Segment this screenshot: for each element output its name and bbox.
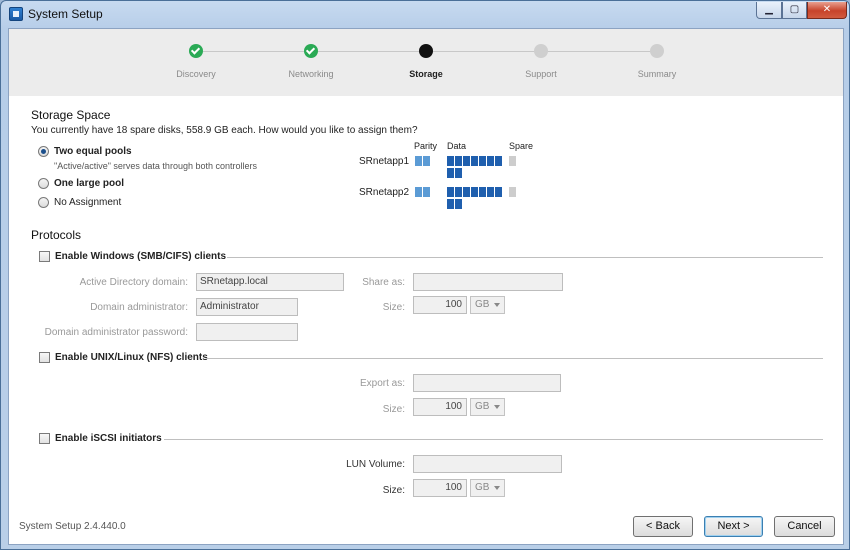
data-disk bbox=[463, 187, 470, 197]
data-disk bbox=[455, 199, 462, 209]
app-icon bbox=[9, 7, 23, 21]
data-disk bbox=[495, 187, 502, 197]
smb-size-unit-value: GB bbox=[475, 299, 490, 310]
data-disk bbox=[455, 168, 462, 178]
spare-column-header: Spare bbox=[509, 141, 534, 151]
one-large-pool-label[interactable]: One large pool bbox=[54, 178, 124, 189]
system-setup-window: System Setup ▁ ▢ ✕ Discovery Networking … bbox=[0, 0, 850, 550]
nfs-size-label: Size: bbox=[382, 404, 405, 415]
two-equal-pools-note: "Active/active" serves data through both… bbox=[54, 161, 257, 171]
maximize-button[interactable]: ▢ bbox=[782, 2, 807, 19]
iscsi-divider bbox=[164, 439, 823, 440]
parity-disk bbox=[415, 187, 422, 197]
window-title: System Setup bbox=[28, 7, 103, 21]
spare-disk bbox=[509, 187, 516, 197]
wizard-steps: Discovery Networking Storage Support Sum… bbox=[9, 29, 843, 96]
enable-smb-label[interactable]: Enable Windows (SMB/CIFS) clients bbox=[55, 251, 226, 262]
chevron-down-icon bbox=[494, 486, 500, 490]
parity-disk bbox=[423, 187, 430, 197]
data-disk bbox=[447, 156, 454, 166]
data-disk bbox=[455, 156, 462, 166]
pool-name-srnetapp2: SRnetapp2 bbox=[359, 187, 410, 198]
data-disk bbox=[471, 187, 478, 197]
iscsi-size-input[interactable]: 100 bbox=[413, 479, 467, 497]
enable-nfs-checkbox[interactable] bbox=[39, 352, 50, 363]
smb-size-input[interactable]: 100 bbox=[413, 296, 467, 314]
parity-disk bbox=[423, 156, 430, 166]
data-disk bbox=[447, 168, 454, 178]
wizard-content: Discovery Networking Storage Support Sum… bbox=[8, 28, 844, 545]
iscsi-size-unit-select[interactable]: GB bbox=[470, 479, 505, 497]
lun-volume-input[interactable] bbox=[413, 455, 562, 473]
pool-name-srnetapp1: SRnetapp1 bbox=[359, 156, 410, 167]
share-as-label: Share as: bbox=[362, 277, 405, 288]
lun-volume-label: LUN Volume: bbox=[346, 459, 405, 470]
domain-password-label: Domain administrator password: bbox=[44, 327, 188, 338]
nfs-size-input[interactable]: 100 bbox=[413, 398, 467, 416]
data-disk bbox=[447, 199, 454, 209]
export-as-input[interactable] bbox=[413, 374, 561, 392]
two-equal-pools-radio[interactable] bbox=[38, 146, 49, 157]
data-disk bbox=[487, 156, 494, 166]
domain-admin-label: Domain administrator: bbox=[90, 302, 188, 313]
iscsi-size-unit-value: GB bbox=[475, 482, 490, 493]
title-bar[interactable]: System Setup ▁ ▢ ✕ bbox=[1, 1, 849, 27]
enable-iscsi-label[interactable]: Enable iSCSI initiators bbox=[55, 433, 162, 444]
one-large-pool-radio[interactable] bbox=[38, 178, 49, 189]
step-summary-pending-icon bbox=[650, 44, 664, 58]
chevron-down-icon bbox=[494, 405, 500, 409]
parity-disk bbox=[415, 156, 422, 166]
step-storage-current-icon bbox=[419, 44, 433, 58]
domain-admin-input[interactable]: Administrator bbox=[196, 298, 298, 316]
smb-divider bbox=[227, 257, 823, 258]
ad-domain-input[interactable]: SRnetapp.local bbox=[196, 273, 344, 291]
protocols-section-title: Protocols bbox=[31, 228, 82, 242]
close-button[interactable]: ✕ bbox=[807, 2, 847, 19]
data-disk bbox=[471, 156, 478, 166]
next-button[interactable]: Next > bbox=[704, 516, 763, 537]
enable-iscsi-checkbox[interactable] bbox=[39, 433, 50, 444]
storage-description: You currently have 18 spare disks, 558.9… bbox=[31, 125, 418, 136]
data-disk bbox=[463, 156, 470, 166]
data-disk bbox=[447, 187, 454, 197]
no-assignment-radio[interactable] bbox=[38, 197, 49, 208]
enable-smb-checkbox[interactable] bbox=[39, 251, 50, 262]
step-discovery-check-icon bbox=[189, 44, 203, 58]
domain-password-input[interactable] bbox=[196, 323, 298, 341]
no-assignment-label[interactable]: No Assignment bbox=[54, 197, 121, 208]
nfs-size-unit-value: GB bbox=[475, 401, 490, 412]
ad-domain-label: Active Directory domain: bbox=[79, 277, 188, 288]
step-support-pending-icon bbox=[534, 44, 548, 58]
smb-size-unit-select[interactable]: GB bbox=[470, 296, 505, 314]
data-disk bbox=[487, 187, 494, 197]
step-networking-check-icon bbox=[304, 44, 318, 58]
cancel-button[interactable]: Cancel bbox=[774, 516, 835, 537]
smb-size-label: Size: bbox=[382, 302, 405, 313]
data-disk bbox=[479, 187, 486, 197]
nfs-divider bbox=[206, 358, 823, 359]
data-column-header: Data bbox=[447, 141, 467, 151]
chevron-down-icon bbox=[494, 303, 500, 307]
storage-section-title: Storage Space bbox=[31, 108, 111, 122]
back-button[interactable]: < Back bbox=[633, 516, 693, 537]
step-label-support: Support bbox=[525, 69, 557, 79]
parity-column-header: Parity bbox=[414, 141, 438, 151]
spare-disk bbox=[509, 156, 516, 166]
minimize-button[interactable]: ▁ bbox=[756, 2, 782, 19]
share-as-input[interactable] bbox=[413, 273, 563, 291]
export-as-label: Export as: bbox=[359, 378, 405, 389]
data-disk bbox=[495, 156, 502, 166]
step-label-networking: Networking bbox=[288, 69, 334, 79]
enable-nfs-label[interactable]: Enable UNIX/Linux (NFS) clients bbox=[55, 352, 208, 363]
iscsi-size-label: Size: bbox=[382, 485, 405, 496]
step-label-storage: Storage bbox=[409, 69, 443, 79]
step-label-discovery: Discovery bbox=[176, 69, 216, 79]
step-label-summary: Summary bbox=[637, 69, 677, 79]
version-label: System Setup 2.4.440.0 bbox=[19, 521, 126, 532]
nfs-size-unit-select[interactable]: GB bbox=[470, 398, 505, 416]
data-disk bbox=[455, 187, 462, 197]
two-equal-pools-label[interactable]: Two equal pools bbox=[54, 146, 132, 157]
steps-connector bbox=[203, 51, 663, 52]
data-disk bbox=[479, 156, 486, 166]
